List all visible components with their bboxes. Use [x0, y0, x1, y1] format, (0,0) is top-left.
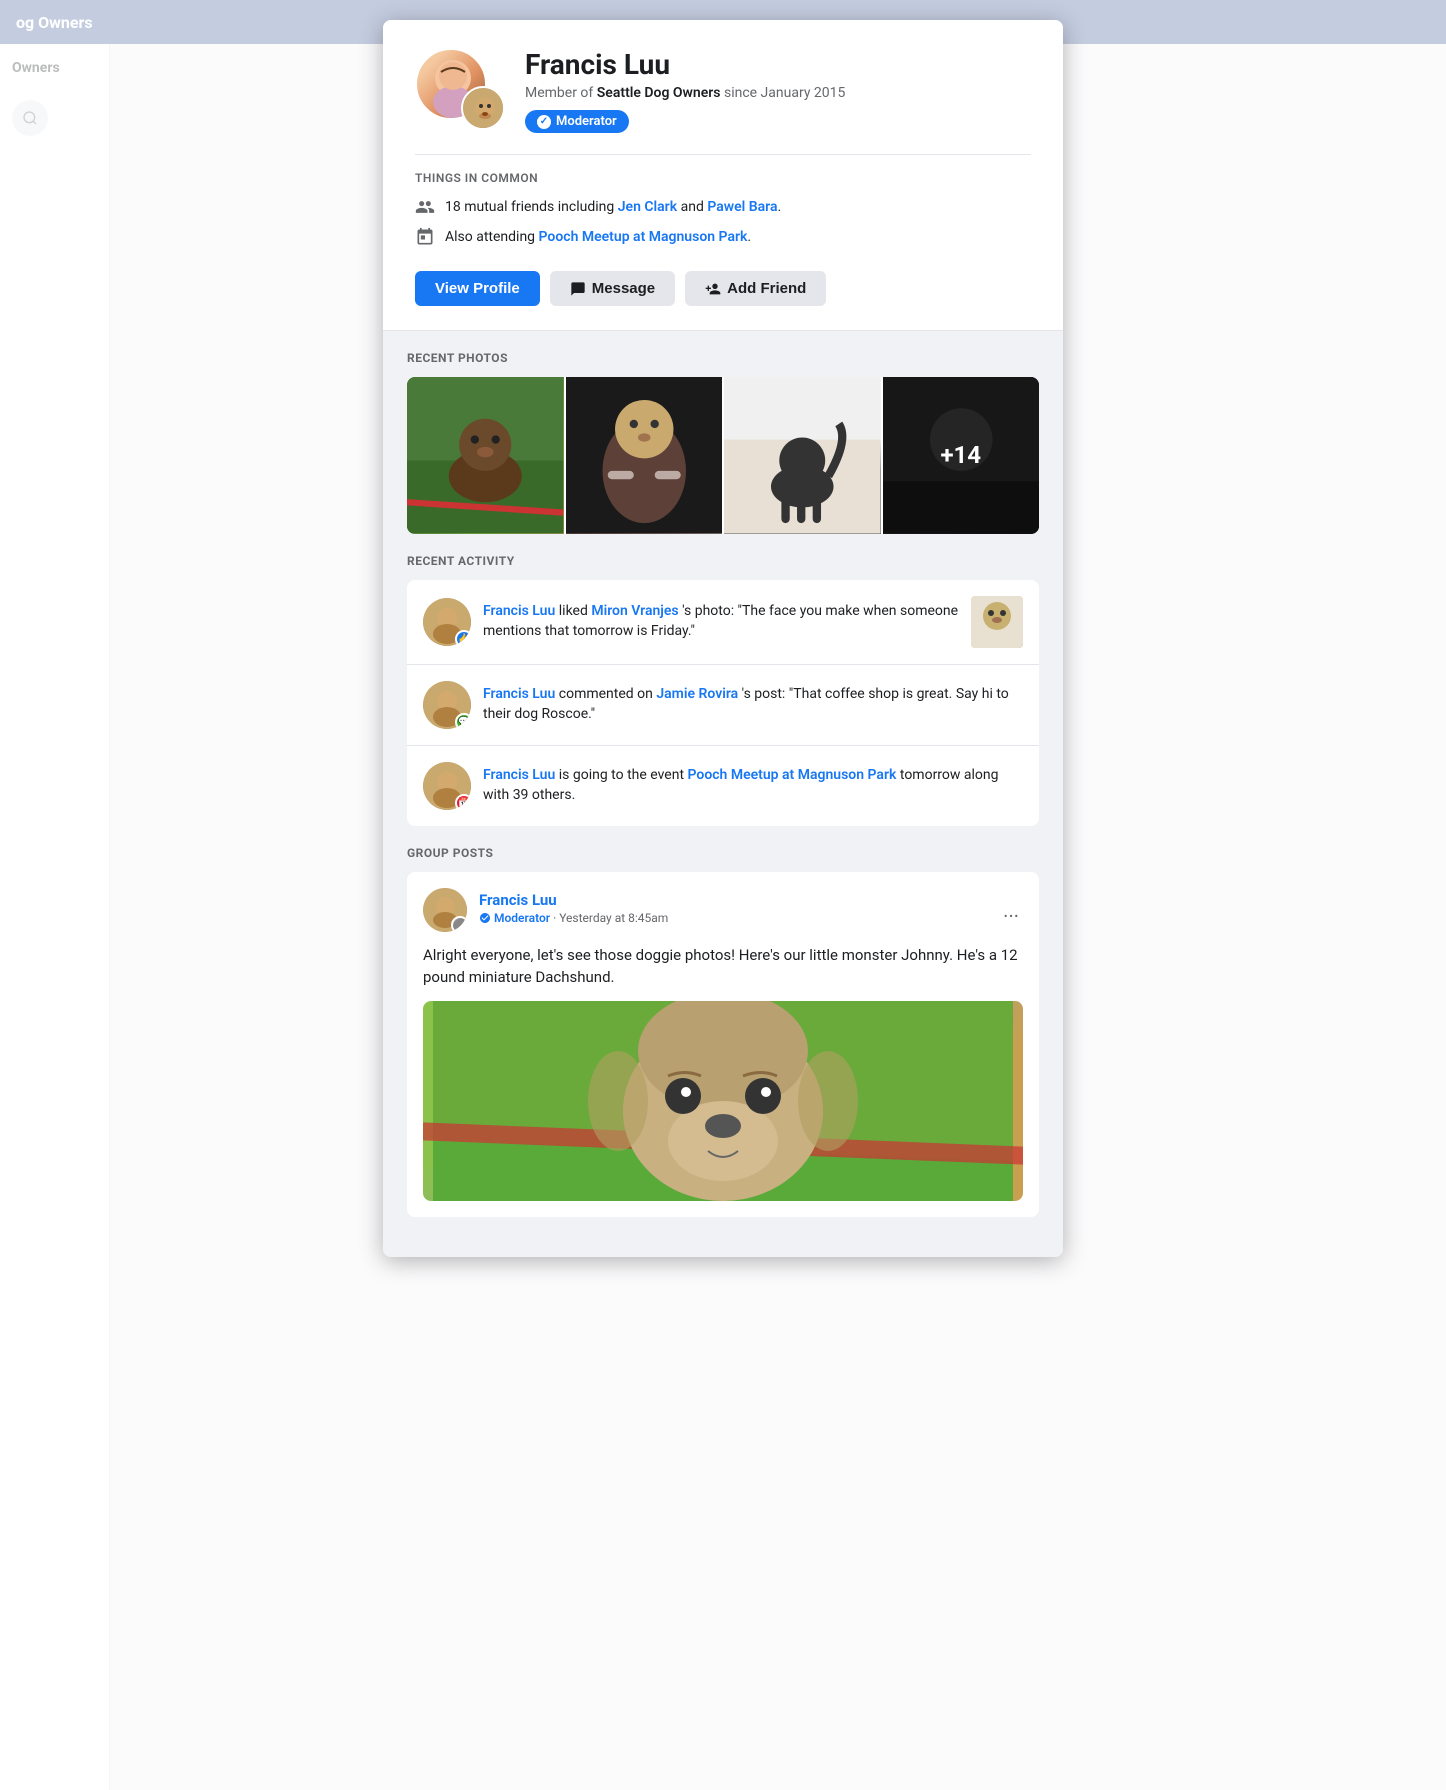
- friend2-link[interactable]: Pawel Bara: [707, 199, 777, 215]
- activity-actor-2[interactable]: Francis Luu: [483, 686, 555, 702]
- activity-card: 👍 Francis Luu liked Miron Vranjes 's pho…: [407, 580, 1039, 826]
- post-content: Alright everyone, let's see those doggie…: [423, 944, 1023, 989]
- friend1-link[interactable]: Jen Clark: [618, 199, 677, 215]
- comment-badge: 💬: [455, 713, 471, 729]
- avatar-person2: [461, 86, 505, 130]
- profile-name: Francis Luu: [525, 48, 1031, 81]
- friends-icon: [415, 197, 435, 217]
- modal-body: RECENT PHOTOS: [383, 331, 1063, 1257]
- activity-actor-3[interactable]: Francis Luu: [483, 767, 555, 783]
- moderator-badge: ✓ Moderator: [525, 110, 629, 133]
- activity-text-3: Francis Luu is going to the event Pooch …: [483, 766, 1023, 805]
- activity-item-2: 💬 Francis Luu commented on Jamie Rovira …: [407, 665, 1039, 746]
- post-header: Francis Luu Moderator · Yesterday at 8:4…: [423, 888, 1023, 932]
- profile-top: Francis Luu Member of Seattle Dog Owners…: [415, 48, 1031, 138]
- photo-thumb-3[interactable]: [724, 377, 881, 534]
- photos-grid: +14: [407, 377, 1039, 534]
- more-photos-overlay[interactable]: +14: [883, 377, 1040, 534]
- group-posts-section: GROUP POSTS: [407, 846, 1039, 1217]
- recent-photos-label: RECENT PHOTOS: [407, 351, 1039, 365]
- add-friend-icon: [705, 281, 721, 297]
- profile-info: Francis Luu Member of Seattle Dog Owners…: [525, 48, 1031, 133]
- jamie-link[interactable]: Jamie Rovira: [656, 686, 738, 702]
- recent-activity-section: RECENT ACTIVITY 👍: [407, 554, 1039, 826]
- post-author-name[interactable]: Francis Luu: [479, 891, 987, 909]
- recent-activity-label: RECENT ACTIVITY: [407, 554, 1039, 568]
- activity-avatar-2: 💬: [423, 681, 471, 729]
- mutual-friends-row: 18 mutual friends including Jen Clark an…: [415, 197, 1031, 217]
- profile-member-text: Member of Seattle Dog Owners since Janua…: [525, 85, 1031, 101]
- post-more-options[interactable]: ...: [999, 894, 1023, 926]
- post-card: Francis Luu Moderator · Yesterday at 8:4…: [407, 872, 1039, 1217]
- post-dog-image: [423, 1001, 1023, 1201]
- post-avatar-secondary: [451, 916, 467, 932]
- activity-item-3: 📅 Francis Luu is going to the event Pooc…: [407, 746, 1039, 826]
- activity-text-1: Francis Luu liked Miron Vranjes 's photo…: [483, 602, 959, 641]
- event-activity-link[interactable]: Pooch Meetup at Magnuson Park: [688, 767, 897, 783]
- view-profile-button[interactable]: View Profile: [415, 271, 540, 306]
- activity-item-1: 👍 Francis Luu liked Miron Vranjes 's pho…: [407, 580, 1039, 665]
- miron-link[interactable]: Miron Vranjes: [591, 603, 678, 619]
- event-row: Also attending Pooch Meetup at Magnuson …: [415, 227, 1031, 247]
- activity-avatar-1: 👍: [423, 598, 471, 646]
- post-avatar: [423, 888, 467, 932]
- avatar: [415, 48, 505, 138]
- things-in-common: THINGS IN COMMON 18 mutual friends inclu…: [415, 171, 1031, 247]
- post-meta: Francis Luu Moderator · Yesterday at 8:4…: [479, 891, 987, 928]
- profile-header: Francis Luu Member of Seattle Dog Owners…: [383, 20, 1063, 331]
- post-image: [423, 1001, 1023, 1201]
- action-buttons: View Profile Message Add Friend: [415, 271, 1031, 306]
- badge-check-icon: [479, 912, 491, 924]
- calendar-icon: [415, 227, 435, 247]
- profile-divider: [415, 154, 1031, 155]
- group-posts-label: GROUP POSTS: [407, 846, 1039, 860]
- add-friend-button[interactable]: Add Friend: [685, 271, 826, 306]
- event-badge: 📅: [455, 794, 471, 810]
- check-icon: ✓: [537, 115, 551, 129]
- activity-text-2: Francis Luu commented on Jamie Rovira 's…: [483, 685, 1023, 724]
- event-link[interactable]: Pooch Meetup at Magnuson Park: [539, 229, 748, 245]
- profile-modal: Francis Luu Member of Seattle Dog Owners…: [383, 20, 1063, 1257]
- activity-actor-1[interactable]: Francis Luu: [483, 603, 555, 619]
- like-badge: 👍: [455, 630, 471, 646]
- post-author-badge: Moderator · Yesterday at 8:45am: [479, 911, 668, 925]
- photo-thumb-4[interactable]: +14: [883, 377, 1040, 534]
- recent-photos-section: RECENT PHOTOS: [407, 351, 1039, 534]
- message-button[interactable]: Message: [550, 271, 675, 306]
- things-label: THINGS IN COMMON: [415, 171, 1031, 185]
- activity-photo-1[interactable]: [971, 596, 1023, 648]
- message-icon: [570, 281, 586, 297]
- photo-thumb-1[interactable]: [407, 377, 564, 534]
- activity-avatar-3: 📅: [423, 762, 471, 810]
- modal-backdrop: Francis Luu Member of Seattle Dog Owners…: [0, 0, 1446, 1790]
- photo-thumb-2[interactable]: [566, 377, 723, 534]
